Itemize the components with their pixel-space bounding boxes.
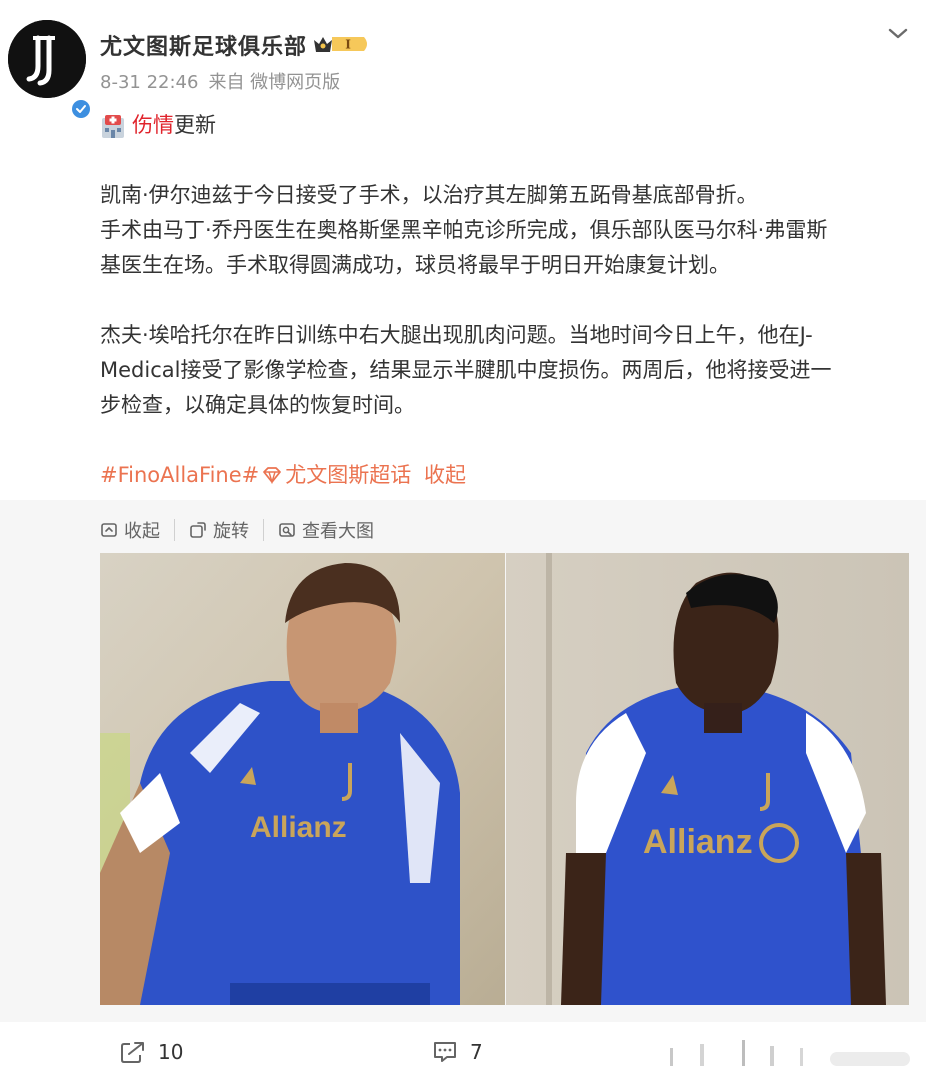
player-photo-right-image: Allianz xyxy=(506,553,909,1005)
view-large-label: 查看大图 xyxy=(302,521,374,542)
jersey-sponsor-text: Allianz xyxy=(250,811,347,844)
media-toolbar: 收起 旋转 查看大图 xyxy=(100,518,374,542)
collapse-label: 收起 xyxy=(124,521,160,542)
comment-button[interactable]: 7 xyxy=(432,1040,483,1064)
player-photo-left[interactable]: Allianz xyxy=(100,553,505,1005)
post-meta: 8-31 22:46 来自 微博网页版 xyxy=(100,68,340,94)
hospital-icon xyxy=(102,114,124,138)
supertopic-link[interactable]: 尤文图斯超话 xyxy=(285,458,411,493)
toolbar-divider xyxy=(263,519,264,541)
post-footer: 10 7 xyxy=(0,1022,926,1084)
rotate-label: 旋转 xyxy=(213,521,249,542)
badge-level: I xyxy=(345,38,351,52)
headline-injury: 伤情 xyxy=(132,113,174,137)
collapse-button[interactable]: 收起 xyxy=(100,517,160,543)
paragraph-line: 基医生在场。手术取得圆满成功，球员将最早于明日开始康复计划。 xyxy=(100,253,730,277)
collapse-icon xyxy=(101,523,117,537)
share-button[interactable]: 10 xyxy=(120,1040,183,1064)
view-large-icon xyxy=(279,523,295,537)
post-source: 来自 微博网页版 xyxy=(208,72,341,93)
chevron-down-icon[interactable] xyxy=(885,22,911,44)
headline-update: 更新 xyxy=(174,113,216,137)
like-area[interactable] xyxy=(660,1038,922,1074)
comment-count: 7 xyxy=(470,1040,483,1064)
paragraph-line: 杰夫·埃哈托尔在昨日训练中右大腿出现肌肉问题。当地时间今日上午，他在J- xyxy=(100,323,813,347)
paragraph-line: 凯南·伊尔迪兹于今日接受了手术，以治疗其左脚第五跖骨基底部骨折。 xyxy=(100,183,758,207)
photo-grid: Allianz Allianz xyxy=(100,553,909,1005)
jersey-sponsor-text: Allianz xyxy=(643,823,753,861)
verified-badge xyxy=(70,98,92,120)
paragraph-mbangula: 杰夫·埃哈托尔在昨日训练中右大腿出现肌肉问题。当地时间今日上午，他在J- Med… xyxy=(100,318,912,423)
avatar[interactable] xyxy=(8,20,92,120)
player-photo-left-image: Allianz xyxy=(100,553,505,1005)
supertopic-gem-icon xyxy=(263,467,282,484)
rotate-button[interactable]: 旋转 xyxy=(189,517,249,543)
share-count: 10 xyxy=(158,1040,184,1064)
verified-icon xyxy=(76,105,86,113)
crown-badge-icon[interactable]: I xyxy=(312,32,372,56)
post-tags: #FinoAllaFine# 尤文图斯超话 收起 xyxy=(100,458,912,493)
media-panel: 收起 旋转 查看大图 Allianz Allianz xyxy=(0,500,926,1022)
rotate-icon xyxy=(190,522,206,538)
paragraph-line: Medical接受了影像学检查，结果显示半腱肌中度损伤。两周后，他将接受进一 xyxy=(100,358,832,382)
share-icon xyxy=(121,1042,144,1063)
author-name[interactable]: 尤文图斯足球俱乐部 xyxy=(100,29,307,61)
post-timestamp[interactable]: 8-31 22:46 xyxy=(100,72,198,93)
paragraph-line: 步检查，以确定具体的恢复时间。 xyxy=(100,393,415,417)
juventus-logo-icon xyxy=(8,20,86,98)
toolbar-divider xyxy=(174,519,175,541)
post-headline: 伤情 更新 xyxy=(100,108,912,143)
view-large-button[interactable]: 查看大图 xyxy=(278,517,374,543)
collapse-text-link[interactable]: 收起 xyxy=(424,458,466,493)
comment-icon xyxy=(434,1042,456,1062)
player-photo-right[interactable]: Allianz xyxy=(506,553,909,1005)
paragraph-yildiz: 凯南·伊尔迪兹于今日接受了手术，以治疗其左脚第五跖骨基底部骨折。 手术由马丁·乔… xyxy=(100,178,912,283)
post-content: 伤情 更新 凯南·伊尔迪兹于今日接受了手术，以治疗其左脚第五跖骨基底部骨折。 手术… xyxy=(100,108,912,493)
hashtag-link[interactable]: #FinoAllaFine# xyxy=(100,458,259,493)
paragraph-line: 手术由马丁·乔丹医生在奥格斯堡黑辛帕克诊所完成，俱乐部队医马尔科·弗雷斯 xyxy=(100,218,828,242)
